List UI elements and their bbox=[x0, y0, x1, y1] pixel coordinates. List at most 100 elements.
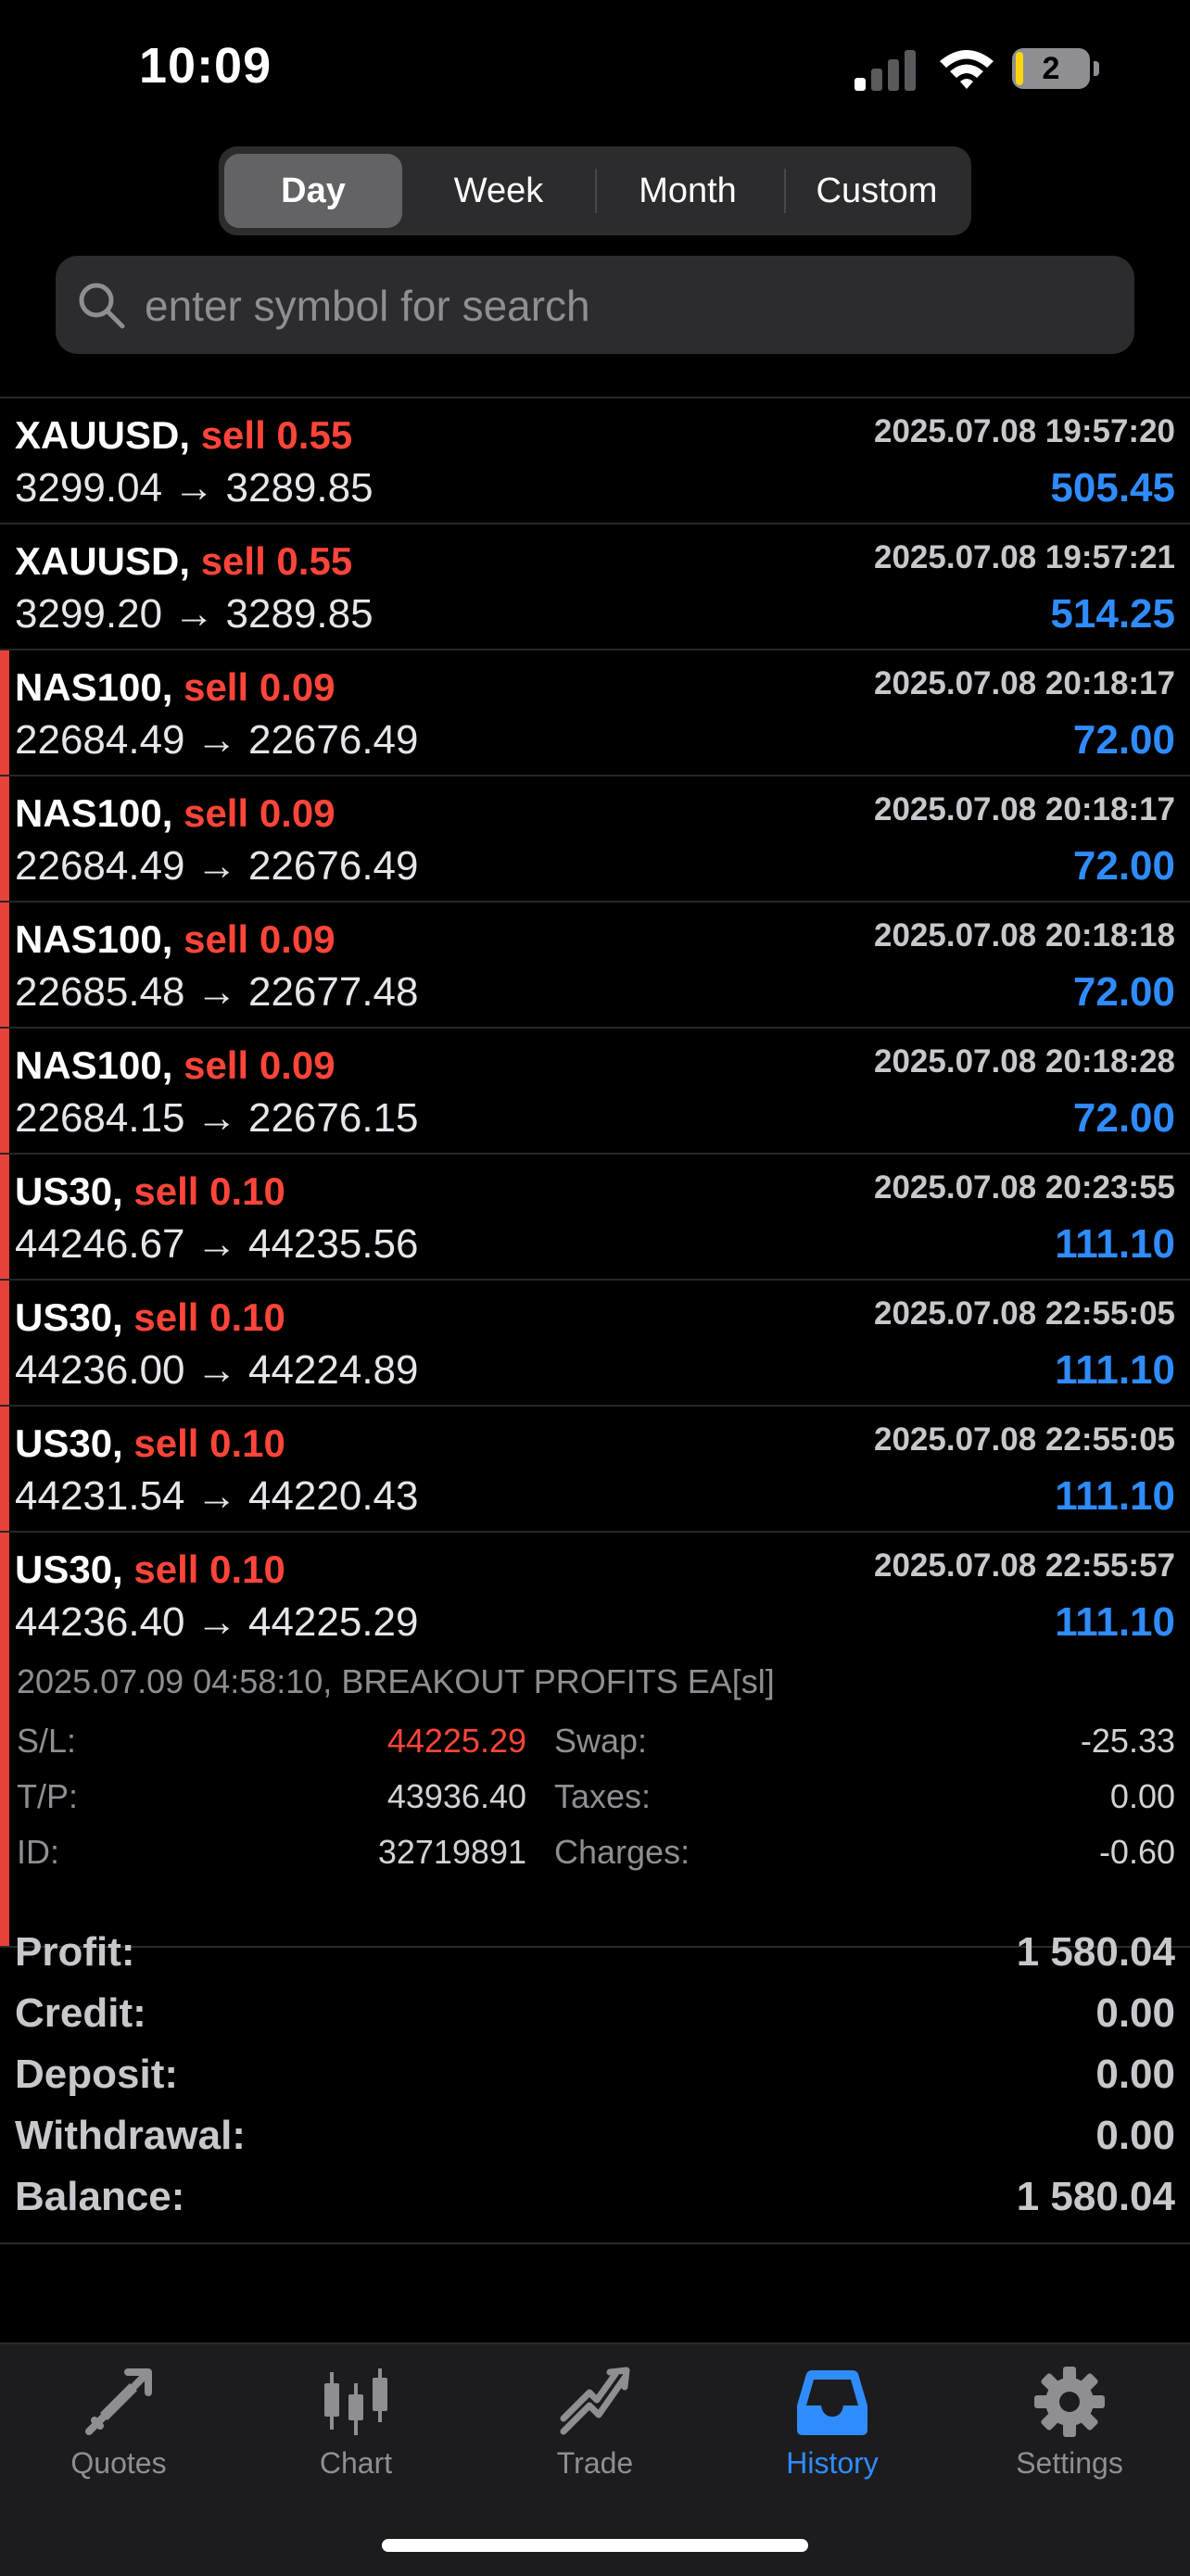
total-value: 0.00 bbox=[1095, 2052, 1175, 2097]
quotes-icon bbox=[85, 2368, 152, 2435]
deal-row[interactable]: US30, sell 0.10 2025.07.08 22:55:05 4423… bbox=[0, 1281, 1190, 1407]
deal-symbol: US30, bbox=[15, 1169, 123, 1213]
sl-label: S/L: bbox=[17, 1722, 77, 1760]
deal-row[interactable]: XAUUSD, sell 0.55 2025.07.08 19:57:21 32… bbox=[0, 524, 1190, 650]
deal-date: 2025.07.08 22:55:05 bbox=[874, 1295, 1175, 1332]
deal-profit: 111.10 bbox=[1055, 1473, 1175, 1519]
total-value: 0.00 bbox=[1095, 2113, 1175, 2158]
deal-date: 2025.07.08 22:55:05 bbox=[874, 1421, 1175, 1458]
period-month[interactable]: Month bbox=[599, 154, 777, 228]
deal-symbol: NAS100, bbox=[15, 791, 173, 835]
total-label: Balance: bbox=[15, 2174, 185, 2219]
deal-profit: 72.00 bbox=[1072, 969, 1175, 1015]
id-label: ID: bbox=[17, 1833, 60, 1871]
deal-profit: 111.10 bbox=[1055, 1599, 1175, 1645]
deal-prices: 22684.49 → 22676.49 bbox=[15, 843, 419, 889]
deal-row[interactable]: XAUUSD, sell 0.55 2025.07.08 19:57:20 32… bbox=[0, 398, 1190, 524]
tab-label: Trade bbox=[556, 2446, 634, 2480]
deal-side: sell 0.09 bbox=[184, 917, 335, 961]
tp-value: 43936.40 bbox=[386, 1777, 526, 1815]
deal-prices: 44236.40 → 44225.29 bbox=[15, 1599, 419, 1645]
deal-symbol: US30, bbox=[15, 1421, 123, 1465]
deal-profit: 111.10 bbox=[1055, 1347, 1175, 1393]
tab-label: Chart bbox=[319, 2446, 393, 2480]
total-label: Profit: bbox=[15, 1929, 135, 1975]
deal-date: 2025.07.08 20:18:18 bbox=[874, 917, 1175, 953]
deal-prices: 3299.04 → 3289.85 bbox=[15, 465, 373, 511]
deal-date: 2025.07.08 19:57:20 bbox=[874, 413, 1175, 449]
deal-row[interactable]: NAS100, sell 0.09 2025.07.08 20:18:17 22… bbox=[0, 777, 1190, 903]
total-row-credit: Credit: 0.00 bbox=[0, 1990, 1190, 2052]
battery-icon: 2 bbox=[1012, 48, 1101, 91]
deal-profit: 72.00 bbox=[1072, 843, 1175, 889]
status-bar: 10:09 2 bbox=[0, 0, 1190, 139]
deal-prices: 22685.48 → 22677.48 bbox=[15, 969, 419, 1015]
total-row-withdrawal: Withdrawal: 0.00 bbox=[0, 2113, 1190, 2174]
total-label: Withdrawal: bbox=[15, 2113, 246, 2158]
period-day[interactable]: Day bbox=[224, 154, 402, 228]
deal-prices: 3299.20 → 3289.85 bbox=[15, 591, 373, 637]
wifi-icon bbox=[940, 50, 994, 89]
tab-quotes[interactable]: Quotes bbox=[17, 2365, 221, 2504]
tab-label: Settings bbox=[1016, 2446, 1123, 2480]
deal-profit: 505.45 bbox=[1050, 465, 1175, 511]
home-indicator[interactable] bbox=[382, 2539, 808, 2552]
deal-row[interactable]: US30, sell 0.10 2025.07.08 20:23:55 4424… bbox=[0, 1155, 1190, 1281]
id-value: 32719891 bbox=[377, 1833, 526, 1871]
deal-side: sell 0.09 bbox=[184, 791, 335, 835]
total-row-balance: Balance: 1 580.04 bbox=[0, 2174, 1190, 2235]
search-icon bbox=[79, 283, 125, 329]
tab-history[interactable]: History bbox=[730, 2365, 934, 2504]
chart-icon bbox=[324, 2368, 387, 2435]
charges-value: -0.60 bbox=[1098, 1833, 1175, 1871]
tab-label: History bbox=[786, 2446, 879, 2480]
deal-row-expanded[interactable]: US30, sell 0.10 2025.07.08 22:55:57 4423… bbox=[0, 1533, 1190, 1657]
deal-side: sell 0.55 bbox=[200, 539, 353, 583]
totals-summary: Profit: 1 580.04 Credit: 0.00 Deposit: 0… bbox=[0, 1914, 1190, 2244]
tab-chart[interactable]: Chart bbox=[254, 2365, 458, 2504]
search-bar[interactable] bbox=[56, 256, 1134, 356]
charges-label: Charges: bbox=[554, 1833, 690, 1871]
sl-value: 44225.29 bbox=[386, 1722, 526, 1760]
deal-symbol: NAS100, bbox=[15, 665, 173, 709]
deal-side: sell 0.09 bbox=[184, 665, 335, 709]
deal-row[interactable]: US30, sell 0.10 2025.07.08 22:55:05 4423… bbox=[0, 1407, 1190, 1533]
deal-profit: 111.10 bbox=[1055, 1221, 1175, 1267]
deal-side: sell 0.55 bbox=[200, 413, 353, 457]
deal-date: 2025.07.08 20:23:55 bbox=[874, 1169, 1175, 1206]
gear-icon bbox=[1034, 2367, 1105, 2437]
history-icon bbox=[797, 2370, 867, 2435]
deal-side: sell 0.09 bbox=[184, 1043, 335, 1087]
swap-label: Swap: bbox=[554, 1722, 648, 1760]
search-input[interactable] bbox=[143, 256, 1110, 356]
trade-icon bbox=[560, 2367, 630, 2435]
total-row-profit: Profit: 1 580.04 bbox=[0, 1929, 1190, 1990]
total-label: Credit: bbox=[15, 1990, 146, 2036]
period-selector: Day Week Month Custom bbox=[219, 146, 971, 235]
period-week[interactable]: Week bbox=[413, 154, 584, 228]
deal-prices: 22684.49 → 22676.49 bbox=[15, 717, 419, 763]
total-value: 1 580.04 bbox=[1016, 2174, 1175, 2219]
deal-prices: 44246.67 → 44235.56 bbox=[15, 1221, 419, 1267]
deal-row[interactable]: NAS100, sell 0.09 2025.07.08 20:18:17 22… bbox=[0, 650, 1190, 777]
deal-date: 2025.07.08 19:57:21 bbox=[874, 539, 1175, 575]
deal-date: 2025.07.08 22:55:57 bbox=[874, 1547, 1175, 1584]
deal-symbol: NAS100, bbox=[15, 1043, 173, 1087]
cellular-signal-icon bbox=[855, 50, 916, 91]
deal-side: sell 0.10 bbox=[133, 1421, 285, 1465]
deal-row[interactable]: NAS100, sell 0.09 2025.07.08 20:18:28 22… bbox=[0, 1029, 1190, 1155]
tab-label: Quotes bbox=[70, 2446, 167, 2480]
total-value: 1 580.04 bbox=[1016, 1929, 1175, 1975]
battery-level: 2 bbox=[1042, 51, 1060, 86]
tab-trade[interactable]: Trade bbox=[493, 2365, 697, 2504]
deal-profit: 514.25 bbox=[1050, 591, 1175, 637]
deal-row[interactable]: NAS100, sell 0.09 2025.07.08 20:18:18 22… bbox=[0, 903, 1190, 1029]
deal-profit: 72.00 bbox=[1072, 717, 1175, 763]
tab-settings[interactable]: Settings bbox=[968, 2365, 1171, 2504]
deal-side: sell 0.10 bbox=[133, 1169, 285, 1213]
tp-label: T/P: bbox=[17, 1777, 79, 1815]
period-custom[interactable]: Custom bbox=[788, 154, 966, 228]
deal-details: 2025.07.09 04:58:10, BREAKOUT PROFITS EA… bbox=[0, 1657, 1190, 1948]
deal-symbol: NAS100, bbox=[15, 917, 173, 961]
deal-side: sell 0.10 bbox=[133, 1547, 285, 1591]
